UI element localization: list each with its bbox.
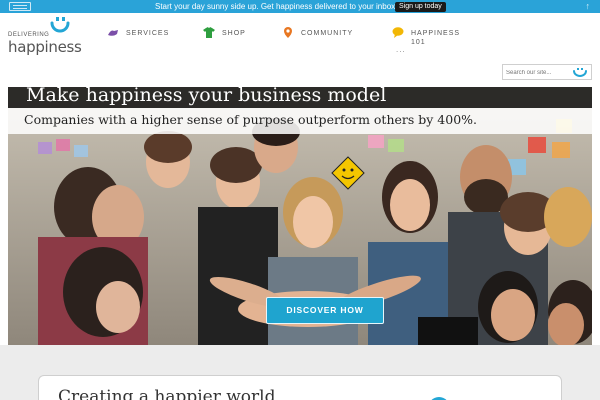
hero-title-bar: Make happiness your business model	[8, 87, 592, 108]
promo-banner: Start your day sunny side up. Get happin…	[0, 0, 600, 13]
search-box	[502, 64, 592, 80]
hero-title: Make happiness your business model	[26, 87, 387, 106]
site-header: DELIVERING happiness Services Shop Commu…	[0, 13, 600, 61]
lower-section: Creating a happier world	[0, 345, 600, 400]
hero-banner: Make happiness your business model Compa…	[8, 87, 592, 345]
logo[interactable]: DELIVERING happiness	[8, 17, 82, 59]
hands-icon	[108, 30, 118, 36]
section-title: Creating a happier world	[58, 387, 276, 400]
nav-label: Services	[126, 30, 170, 37]
hero-subtitle-bar: Companies with a higher sense of purpose…	[8, 108, 592, 134]
nav-label: Happiness	[411, 30, 461, 37]
speech-bubble-icon	[392, 27, 404, 38]
map-pin-icon	[284, 27, 292, 38]
promo-message: Start your day sunny side up. Get happin…	[155, 2, 398, 11]
smile-logo-icon	[50, 17, 70, 33]
sign-up-button[interactable]: Sign up today	[395, 2, 446, 12]
search-input[interactable]	[506, 67, 568, 78]
discover-how-button[interactable]: Discover How	[266, 297, 384, 324]
nav-label: Shop	[222, 30, 246, 37]
ellipsis-icon: ...	[396, 45, 406, 54]
hero-subtitle: Companies with a higher sense of purpose…	[24, 112, 477, 127]
search-icon[interactable]	[572, 68, 588, 77]
shirt-icon	[203, 27, 215, 38]
intro-card: Creating a happier world	[38, 375, 562, 400]
logo-wordmark: happiness	[8, 38, 82, 56]
nav-label: Community	[301, 30, 354, 37]
nav-label-line2: 101	[411, 39, 426, 46]
arrow-up-icon[interactable]: ↑	[586, 1, 591, 11]
menu-icon[interactable]	[9, 2, 31, 11]
